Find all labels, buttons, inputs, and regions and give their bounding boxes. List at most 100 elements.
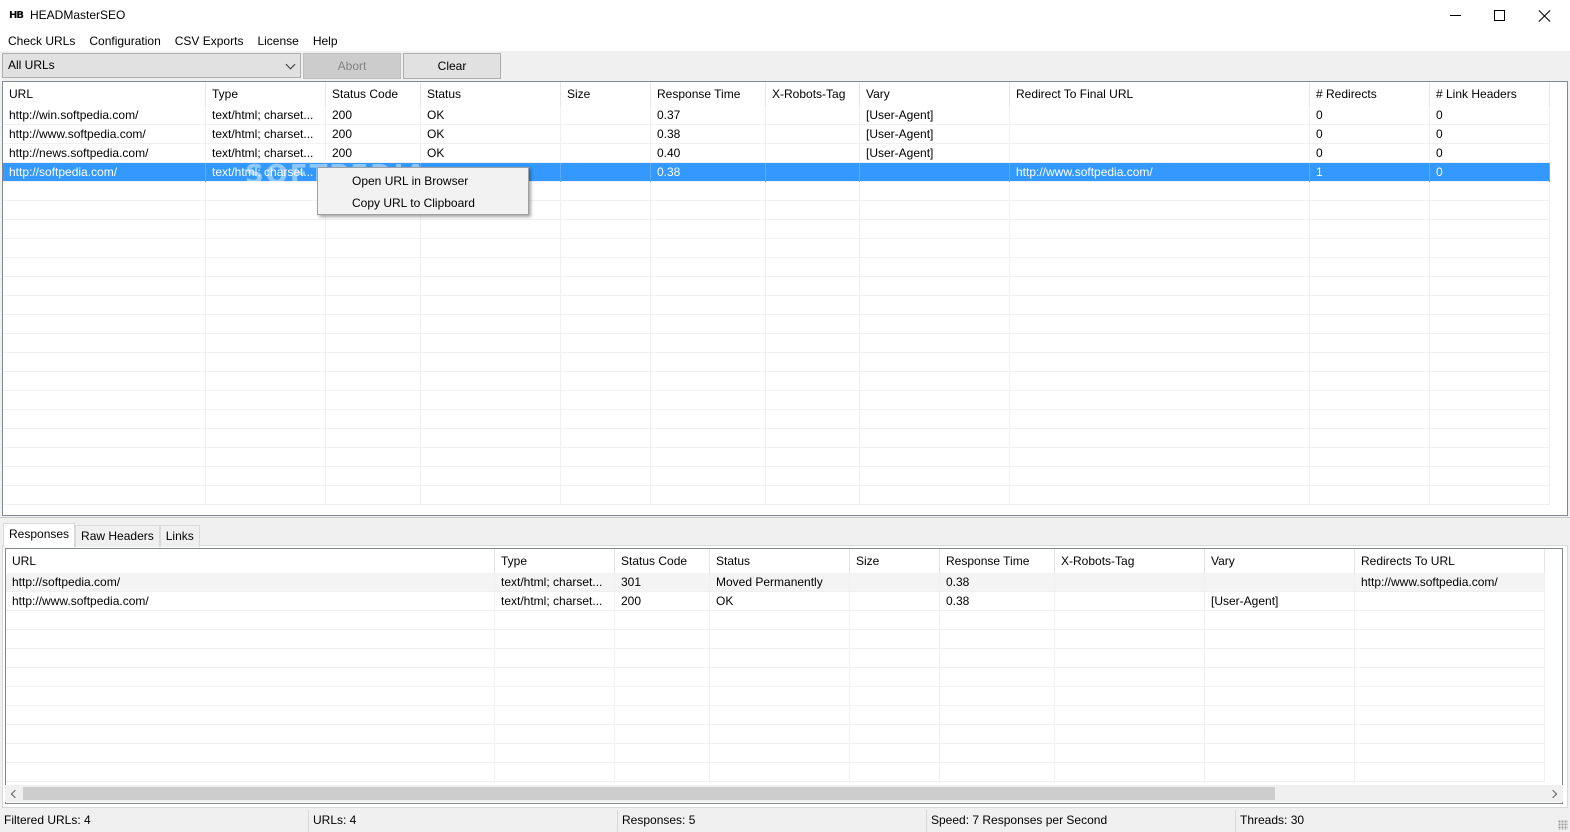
- table-row[interactable]: http://www.softpedia.com/text/html; char…: [6, 592, 1545, 611]
- menu-configuration[interactable]: Configuration: [82, 31, 167, 51]
- column-header[interactable]: Vary: [860, 82, 1010, 106]
- responses-grid-header: URL Type Status Code Status Size Response Tim…: [6, 549, 1545, 573]
- table-cell: [3, 296, 206, 315]
- table-cell: [651, 334, 766, 353]
- table-cell: [6, 744, 495, 763]
- table-cell: 0: [1310, 106, 1430, 125]
- table-cell: [6, 668, 495, 687]
- table-cell: [326, 220, 421, 239]
- column-header[interactable]: Type: [495, 549, 615, 573]
- abort-button[interactable]: Abort: [303, 53, 401, 79]
- table-cell: [860, 486, 1010, 505]
- table-row[interactable]: http://softpedia.com/text/html; charset.…: [3, 163, 1550, 182]
- column-header[interactable]: URL: [6, 549, 495, 573]
- panel-splitter[interactable]: [0, 517, 1570, 520]
- table-cell: [561, 163, 651, 182]
- table-cell: [615, 725, 710, 744]
- maximize-button[interactable]: [1476, 0, 1522, 31]
- column-header[interactable]: Response Time: [651, 82, 766, 106]
- url-filter-dropdown[interactable]: All URLs: [2, 53, 301, 78]
- responses-grid[interactable]: URL Type Status Code Status Size Response Tim…: [5, 548, 1563, 804]
- scrollbar-thumb[interactable]: [23, 787, 1275, 800]
- column-header[interactable]: X-Robots-Tag: [766, 82, 860, 106]
- table-row[interactable]: http://softpedia.com/text/html; charset.…: [6, 573, 1545, 592]
- table-row[interactable]: http://win.softpedia.com/text/html; char…: [3, 106, 1550, 125]
- table-cell: [1055, 706, 1205, 725]
- table-cell: [561, 391, 651, 410]
- table-cell: [766, 486, 860, 505]
- table-cell: 0: [1310, 144, 1430, 163]
- table-cell: [766, 144, 860, 163]
- table-cell: [1055, 649, 1205, 668]
- table-cell: [1010, 182, 1310, 201]
- column-header[interactable]: X-Robots-Tag: [1055, 549, 1205, 573]
- column-header[interactable]: Status Code: [615, 549, 710, 573]
- table-cell: [6, 725, 495, 744]
- table-cell: [3, 391, 206, 410]
- tab-links[interactable]: Links: [159, 525, 200, 547]
- scroll-left-button[interactable]: [5, 785, 22, 802]
- table-cell: [3, 315, 206, 334]
- table-cell: [495, 649, 615, 668]
- menu-help[interactable]: Help: [306, 31, 345, 51]
- chevron-right-icon: [1548, 789, 1558, 798]
- menu-check-urls[interactable]: Check URLs: [0, 31, 82, 51]
- table-cell: [421, 220, 561, 239]
- column-header[interactable]: Redirect To Final URL: [1010, 82, 1310, 106]
- table-cell: [1310, 201, 1430, 220]
- column-header[interactable]: Vary: [1205, 549, 1355, 573]
- table-cell: [421, 448, 561, 467]
- close-button[interactable]: [1522, 0, 1568, 31]
- table-cell: [561, 201, 651, 220]
- table-cell: [206, 296, 326, 315]
- table-cell: [206, 448, 326, 467]
- table-cell: [850, 649, 940, 668]
- tab-responses[interactable]: Responses: [3, 523, 76, 547]
- table-cell: [561, 410, 651, 429]
- table-cell: [495, 687, 615, 706]
- column-header[interactable]: Status: [710, 549, 850, 573]
- tab-raw-headers[interactable]: Raw Headers: [75, 525, 160, 547]
- table-cell: [1310, 353, 1430, 372]
- clear-button[interactable]: Clear: [403, 53, 501, 79]
- table-cell: 200: [326, 125, 421, 144]
- context-open-in-browser[interactable]: Open URL in Browser: [318, 170, 528, 192]
- table-cell: [1430, 467, 1550, 486]
- table-cell: [615, 687, 710, 706]
- table-cell: [850, 611, 940, 630]
- empty-row: [6, 649, 1545, 668]
- column-header[interactable]: Status: [421, 82, 561, 106]
- table-cell: [651, 372, 766, 391]
- empty-row: [6, 687, 1545, 706]
- minimize-button[interactable]: [1432, 0, 1478, 31]
- table-row[interactable]: http://news.softpedia.com/text/html; cha…: [3, 144, 1550, 163]
- urls-grid[interactable]: URL Type Status Code Status Size Response Tim…: [2, 81, 1568, 516]
- table-cell: [326, 429, 421, 448]
- table-cell: [1310, 429, 1430, 448]
- menu-csv-exports[interactable]: CSV Exports: [168, 31, 251, 51]
- column-header[interactable]: URL: [3, 82, 206, 106]
- table-cell: [1310, 220, 1430, 239]
- table-row[interactable]: http://www.softpedia.com/text/html; char…: [3, 125, 1550, 144]
- column-header[interactable]: Status Code: [326, 82, 421, 106]
- scroll-right-button[interactable]: [1546, 785, 1563, 802]
- table-cell: [206, 353, 326, 372]
- table-cell: [206, 467, 326, 486]
- column-header[interactable]: Size: [850, 549, 940, 573]
- column-header[interactable]: Type: [206, 82, 326, 106]
- resize-grip-icon[interactable]: [1558, 820, 1568, 830]
- column-header[interactable]: Response Time: [940, 549, 1055, 573]
- table-cell: [710, 611, 850, 630]
- column-header[interactable]: # Link Headers: [1430, 82, 1550, 106]
- menu-license[interactable]: License: [250, 31, 305, 51]
- context-copy-url[interactable]: Copy URL to Clipboard: [318, 192, 528, 214]
- column-header[interactable]: # Redirects: [1310, 82, 1430, 106]
- table-cell: [1055, 668, 1205, 687]
- table-cell: 0: [1430, 163, 1550, 182]
- table-cell: text/html; charset...: [495, 592, 615, 611]
- column-header[interactable]: Size: [561, 82, 651, 106]
- column-header[interactable]: Redirects To URL: [1355, 549, 1545, 573]
- table-cell: [1310, 372, 1430, 391]
- table-cell: [421, 467, 561, 486]
- horizontal-scrollbar[interactable]: [5, 785, 1563, 802]
